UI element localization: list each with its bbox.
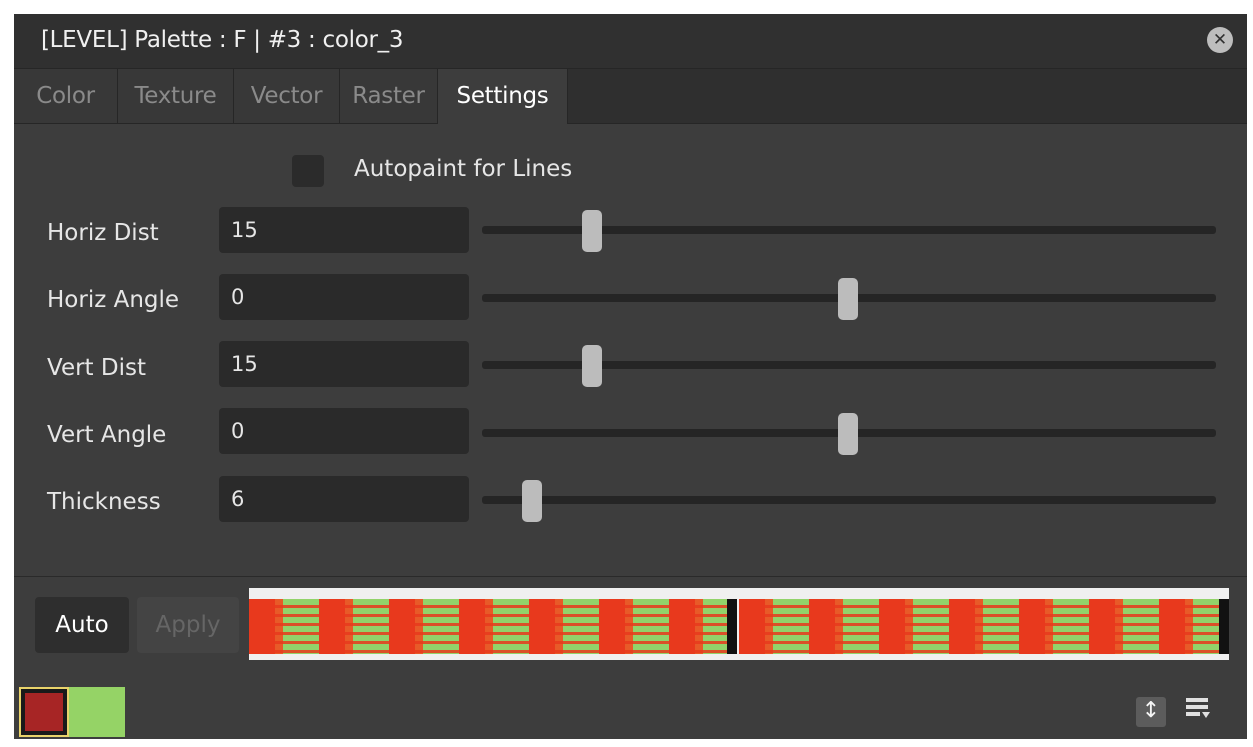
list-menu-icon[interactable] — [1186, 698, 1210, 722]
apply-button[interactable]: Apply — [137, 597, 239, 653]
vert-dist-label: Vert Dist — [47, 355, 146, 381]
autopaint-checkbox[interactable] — [292, 155, 324, 187]
tab-settings[interactable]: Settings — [438, 69, 568, 124]
window-title: [LEVEL] Palette : F | #3 : color_3 — [41, 27, 404, 53]
horiz-angle-field[interactable]: 0 — [219, 274, 469, 320]
current-style-color — [25, 693, 63, 731]
tab-bar: Color Texture Vector Raster Settings — [14, 69, 1247, 124]
vert-angle-field[interactable]: 0 — [219, 408, 469, 454]
vertical-arrows-icon[interactable]: ↕ — [1136, 697, 1166, 727]
horiz-angle-label: Horiz Angle — [47, 287, 180, 313]
autopaint-label: Autopaint for Lines — [354, 156, 573, 182]
thickness-field[interactable]: 6 — [219, 476, 469, 522]
horiz-dist-field[interactable]: 15 — [219, 207, 469, 253]
tab-color[interactable]: Color — [14, 69, 118, 123]
horiz-dist-label: Horiz Dist — [47, 220, 159, 246]
vert-angle-slider-handle[interactable] — [838, 413, 858, 455]
vert-dist-slider-handle[interactable] — [582, 345, 602, 387]
title-bar[interactable]: [LEVEL] Palette : F | #3 : color_3 ✕ — [14, 14, 1247, 69]
divider — [14, 576, 1247, 577]
style-preview-current — [249, 599, 737, 654]
tab-raster[interactable]: Raster — [340, 69, 438, 123]
style-preview — [249, 588, 1229, 660]
vert-dist-field[interactable]: 15 — [219, 341, 469, 387]
auto-button[interactable]: Auto — [35, 597, 129, 653]
current-style-swatch[interactable] — [19, 687, 69, 737]
thickness-slider-track[interactable] — [482, 496, 1216, 504]
close-icon[interactable]: ✕ — [1207, 27, 1233, 53]
style-preview-previous — [739, 599, 1229, 654]
vert-angle-label: Vert Angle — [47, 422, 167, 448]
thickness-slider-handle[interactable] — [522, 480, 542, 522]
horiz-angle-slider-handle[interactable] — [838, 278, 858, 320]
tab-texture[interactable]: Texture — [118, 69, 234, 123]
thickness-label: Thickness — [47, 489, 161, 515]
style-editor-window: [LEVEL] Palette : F | #3 : color_3 ✕ Col… — [14, 14, 1247, 739]
horiz-dist-slider-handle[interactable] — [582, 210, 602, 252]
tab-vector[interactable]: Vector — [234, 69, 340, 123]
